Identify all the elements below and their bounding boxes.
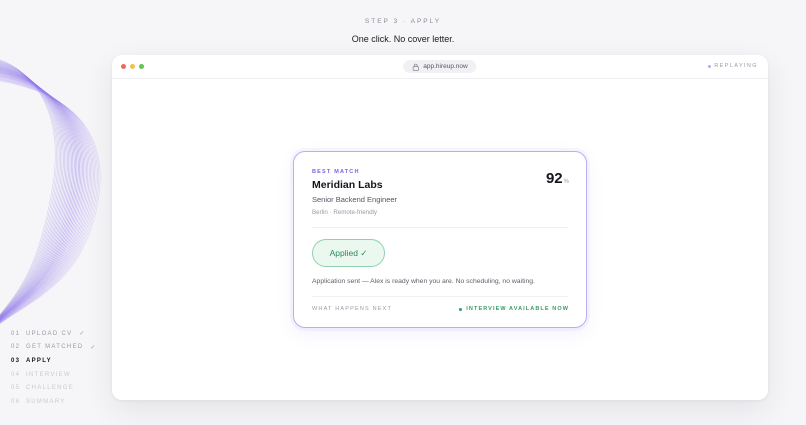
step-interview[interactable]: 04 INTERVIEW (11, 368, 97, 382)
wave-line (0, 60, 59, 316)
job-match-card: BEST MATCH Meridian Labs Senior Backend … (293, 151, 587, 328)
wave-line (0, 71, 82, 321)
wave-line (0, 60, 57, 316)
window-controls (121, 64, 144, 69)
wave-line (0, 64, 65, 318)
step-apply[interactable]: 03 APPLY (11, 354, 97, 368)
url-text: app.hireup.now (423, 63, 468, 70)
application-sent-message: Application sent — Alex is ready when yo… (312, 278, 535, 285)
card-divider (312, 227, 568, 228)
wave-line (0, 80, 100, 324)
best-match-tag: BEST MATCH (312, 169, 360, 175)
step-label: GET MATCHED (26, 344, 84, 351)
close-window-button[interactable] (121, 64, 126, 69)
step-label: SUMMARY (26, 398, 66, 405)
match-score-value: 92 (545, 170, 563, 187)
minimize-window-button[interactable] (130, 64, 135, 69)
wave-line (0, 66, 71, 319)
step-summary[interactable]: 06 SUMMARY (11, 395, 97, 409)
wave-line (0, 67, 74, 319)
wave-line (0, 70, 79, 320)
wave-line (0, 68, 75, 320)
wave-line (0, 69, 76, 320)
wave-line (0, 63, 64, 317)
browser-titlebar: app.hireup.now REPLAYING (112, 55, 768, 79)
wave-line (0, 59, 56, 316)
page-header: STEP 3 · APPLY One click. No cover lette… (0, 18, 806, 44)
check-icon: ✓ (79, 331, 86, 338)
company-name: Meridian Labs (312, 179, 383, 191)
wave-line (0, 65, 68, 318)
match-score: 92 % (546, 170, 569, 187)
step-label: APPLY (26, 357, 52, 364)
wave-line (0, 74, 87, 322)
wave-line (0, 78, 97, 324)
step-number: 01 (11, 330, 21, 337)
wave-line (0, 74, 89, 322)
wave-line (0, 69, 78, 320)
wave-line (0, 61, 60, 317)
step-upload-cv[interactable]: 01 UPLOAD CV ✓ (11, 327, 97, 341)
wave-line (0, 73, 86, 322)
wave-line (0, 77, 94, 323)
wave-line (0, 62, 63, 317)
interview-available-label: INTERVIEW AVAILABLE NOW (466, 306, 569, 312)
card-divider (312, 296, 568, 297)
wave-line (0, 73, 84, 321)
address-bar[interactable]: app.hireup.now (403, 60, 477, 73)
job-location: Berlin · Remote-friendly (312, 209, 377, 216)
step-label: CHALLENGE (26, 385, 75, 392)
step-label: STEP 3 · APPLY (364, 18, 442, 25)
progress-steps: 01 UPLOAD CV ✓ 02 GET MATCHED ✓ 03 APPLY… (11, 327, 97, 409)
step-challenge[interactable]: 05 CHALLENGE (11, 381, 97, 395)
decorative-wave-graphic (0, 59, 101, 324)
replay-status: REPLAYING (708, 63, 758, 69)
step-get-matched[interactable]: 02 GET MATCHED ✓ (11, 341, 97, 355)
what-happens-next-label: WHAT HAPPENS NEXT (312, 306, 393, 312)
wave-line (0, 67, 72, 319)
wave-line (0, 75, 90, 322)
lock-icon (412, 63, 419, 71)
wave-line (0, 65, 70, 319)
wave-line (0, 80, 101, 324)
wave-line (0, 64, 67, 318)
wave-line (0, 76, 91, 323)
step-label: INTERVIEW (26, 371, 71, 378)
step-number: 04 (11, 371, 21, 378)
step-number: 05 (11, 385, 21, 392)
applied-button[interactable]: Applied ✓ (312, 239, 385, 267)
step-number: 06 (11, 398, 21, 405)
browser-window: app.hireup.now REPLAYING BEST MATCH Meri… (112, 55, 768, 400)
recording-dot-icon (708, 64, 712, 68)
interview-available-status[interactable]: INTERVIEW AVAILABLE NOW (459, 306, 569, 312)
step-label: UPLOAD CV (26, 330, 73, 337)
wave-line (0, 78, 95, 323)
wave-line (0, 71, 80, 321)
step-number: 02 (11, 344, 21, 351)
job-role: Senior Backend Engineer (312, 195, 398, 204)
status-dot-icon (459, 307, 463, 311)
wave-line (0, 62, 61, 317)
replay-status-label: REPLAYING (714, 63, 758, 69)
wave-line (0, 76, 93, 323)
page-headline: One click. No cover letter. (351, 34, 455, 44)
check-icon: ✓ (90, 344, 97, 351)
step-number: 03 (11, 357, 21, 364)
wave-line (0, 72, 83, 321)
match-score-unit: % (563, 179, 569, 185)
maximize-window-button[interactable] (139, 64, 144, 69)
wave-line (0, 79, 98, 324)
